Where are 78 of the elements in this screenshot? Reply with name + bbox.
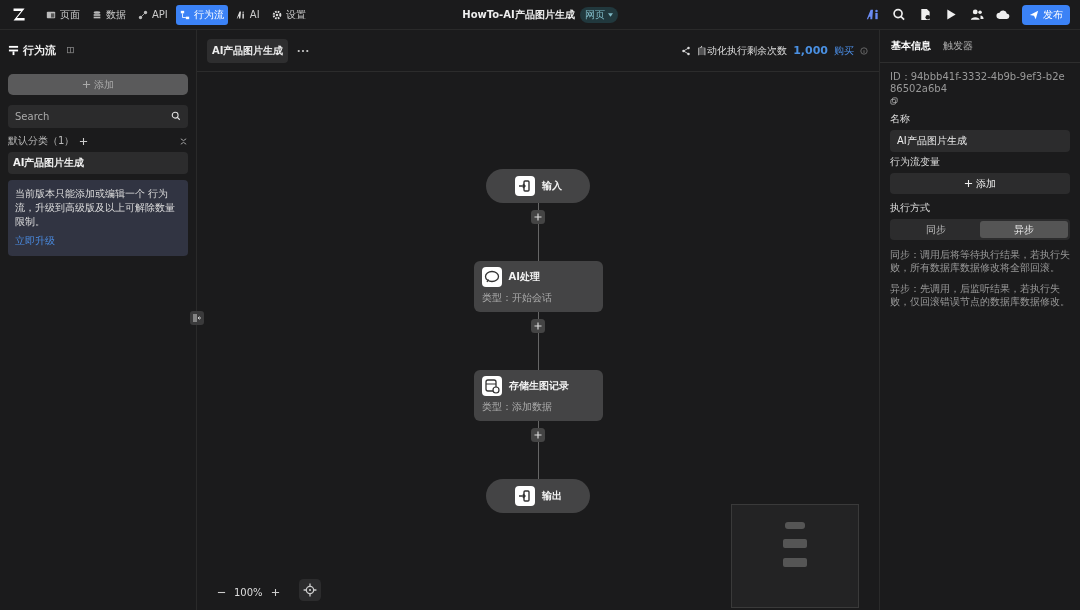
field-label: 行为流变量 [890,155,941,169]
page-icon [46,9,56,20]
segment-option[interactable]: 异步 [980,221,1068,238]
nav-tab[interactable]: 数据 [88,4,130,25]
step-node[interactable]: AI处理 类型：开始会话 [473,261,603,312]
terminal-node[interactable]: 输入 [486,169,590,203]
book-icon[interactable] [66,45,75,55]
nav-tab[interactable]: 页面 [42,4,84,25]
node-type: 类型：添加数据 [481,400,553,414]
nav-tab[interactable]: API [134,6,172,23]
plus-icon[interactable] [79,136,89,146]
flow-tab[interactable]: AI产品图片生成 [207,38,289,63]
share-icon [681,45,692,56]
node-label: 输入 [541,179,562,193]
add-node-button[interactable] [531,210,545,224]
buy-link[interactable]: 购买 [834,43,854,58]
logo-icon [11,6,28,23]
node-type: 类型：开始会话 [481,291,553,305]
node-label: 输出 [541,489,562,503]
quota-count: 1,000 [793,44,828,57]
node-label: AI处理 [508,270,540,284]
field-label: 名称 [890,112,911,126]
terminal-node[interactable]: 输出 [486,479,590,513]
zoom-level: 100% [234,587,263,598]
ai-icon[interactable] [866,8,880,21]
notice-text: 当前版本只能添加或编辑一个 行为流，升级到高级版及以上可解除数量限制。 [15,187,176,229]
add-node-button[interactable] [531,319,545,333]
quota-label: 自动化执行剩余次数 [697,43,788,58]
users-icon[interactable] [970,8,984,21]
zoom-in-icon[interactable] [270,588,280,597]
chat-icon [481,267,502,287]
plus-icon [82,80,91,89]
panel-tab[interactable]: 基本信息 [888,39,934,53]
step-node[interactable]: 存储生图记录 类型：添加数据 [473,370,603,421]
segment-option[interactable]: 同步 [892,221,980,238]
io-icon [514,176,535,196]
panel-tab[interactable]: 触发器 [940,39,976,53]
collapse-icon[interactable] [179,136,188,146]
document-icon[interactable] [918,8,932,21]
nav-tab[interactable]: AI [231,6,264,23]
more-icon[interactable] [297,48,310,53]
help-text: 异步：先调用，后监听结果，若执行失败，仅回滚错误节点的数据库数据修改。 [890,282,1070,308]
search-icon [171,111,181,121]
locate-button[interactable] [299,579,321,601]
app-title: HowTo-AI产品图片生成 [462,7,575,22]
search-icon[interactable] [892,8,906,21]
caret-icon [607,12,613,17]
add-variable-button[interactable]: 添加 [890,173,1070,194]
flow-icon [8,44,19,56]
copy-icon[interactable] [890,97,898,105]
category-label: 默认分类（1） [8,134,75,148]
settings-icon [271,9,282,20]
cloud-icon[interactable] [996,8,1010,21]
upgrade-link[interactable]: 立即升级 [15,234,55,248]
flow-icon [179,9,190,20]
flow-id: ID：94bbb41f-3332-4b9b-9ef3-b2e86502a6b4 [890,71,1066,95]
collapse-sidebar-button[interactable] [190,311,204,325]
io-icon [514,486,535,506]
name-field[interactable]: AI产品图片生成 [890,130,1070,152]
database-icon [481,376,502,396]
publish-button[interactable]: 发布 [1022,4,1070,25]
info-icon[interactable] [860,46,868,55]
nav-tab[interactable]: 行为流 [175,4,228,25]
nav-tab[interactable]: 设置 [267,4,310,25]
plus-icon [964,179,973,188]
help-text: 同步：调用后将等待执行结果，若执行失败，所有数据库数据修改将全部回滚。 [890,248,1070,274]
node-label: 存储生图记录 [508,379,569,393]
field-label: 执行方式 [890,201,931,215]
add-node-button[interactable] [531,428,545,442]
mode-dropdown[interactable]: 网页 [579,6,618,23]
ai-icon [235,9,246,20]
search-field[interactable]: Search [8,105,188,128]
send-icon [1029,9,1039,20]
database-icon [92,9,102,20]
play-icon[interactable] [944,8,958,21]
sidebar-title: 行为流 [23,42,56,58]
api-icon [138,9,148,20]
flow-list-item[interactable]: AI产品图片生成 [8,152,188,174]
